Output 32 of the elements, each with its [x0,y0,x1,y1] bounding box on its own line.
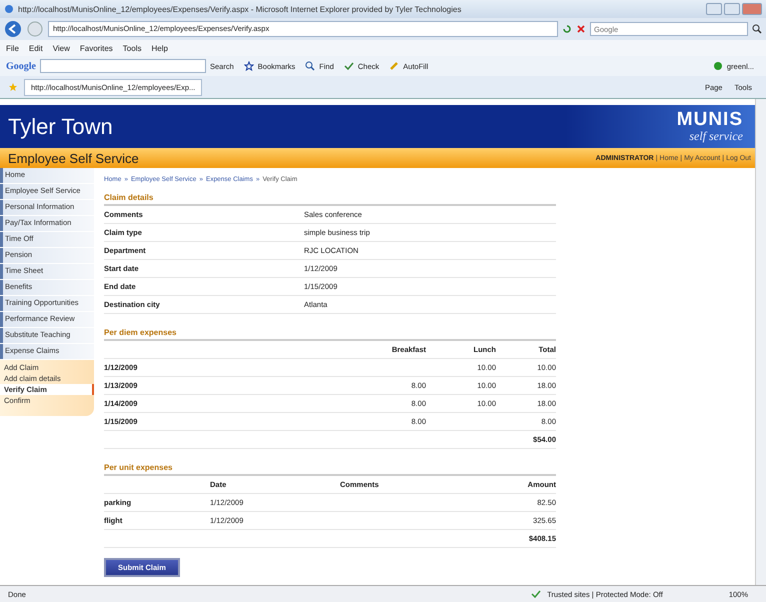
checkmark-icon [344,61,354,71]
google-logo: Google [6,60,36,72]
menu-item[interactable]: View [52,44,70,52]
close-button[interactable] [742,3,762,15]
window-title: http://localhost/MunisOnline_12/employees/Expenses/Verify.aspx - Microsoft Internet Explorer provided by Tyler Technologies [18,4,462,14]
browser-icon [4,4,14,14]
status-dot-icon [712,61,723,71]
favorites-star-icon[interactable] [8,82,18,92]
section-heading: Per diem expenses [104,328,556,341]
section-heading: Per unit expenses [104,463,556,476]
minimize-button[interactable] [706,3,722,15]
search-icon[interactable] [752,24,762,34]
menu-item[interactable]: File [6,44,19,52]
magnifier-icon [305,61,316,71]
section-title: Employee Self Service [8,150,139,166]
star-icon [244,61,254,71]
menu-item[interactable]: Edit [28,44,43,52]
logo-subtitle: self service [689,128,743,144]
menu-item[interactable]: Favorites [80,44,113,52]
stop-icon[interactable] [576,24,586,34]
pencil-icon [389,61,400,71]
site-title: Tyler Town [8,114,113,140]
menu-item[interactable]: Tools [122,44,142,52]
toolbar-search-field[interactable] [40,59,206,73]
scrollbar[interactable] [755,99,766,585]
checkmark-icon [531,589,542,599]
menu-item[interactable]: Help [151,44,168,52]
logo-text: MUNIS [676,110,743,129]
maximize-button[interactable] [724,3,740,15]
refresh-icon[interactable] [562,24,572,34]
section-heading: Claim details [104,193,556,206]
back-button[interactable] [4,20,22,38]
